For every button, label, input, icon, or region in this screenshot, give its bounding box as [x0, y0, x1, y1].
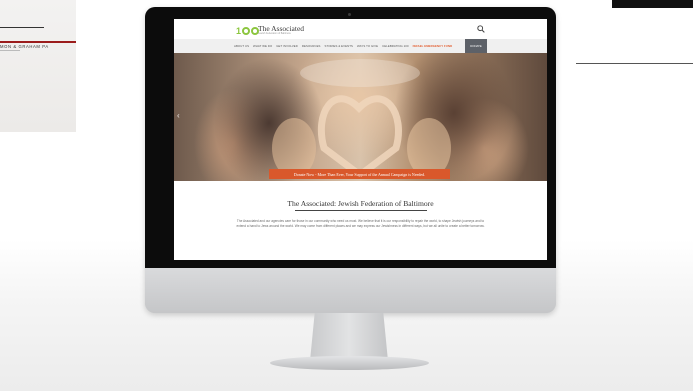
background-dark-block	[612, 0, 693, 8]
title-underline	[295, 210, 427, 211]
monitor-stand	[310, 313, 388, 361]
background-business-card: MON & GRAHAM PA	[0, 0, 76, 132]
logo-ring-icon	[241, 27, 250, 35]
site-logo[interactable]: 1	[236, 25, 259, 37]
nav-item[interactable]: CELEBRATING 100	[382, 44, 408, 48]
card-divider	[0, 27, 44, 28]
background-line	[576, 63, 693, 64]
hero-image: ‹ Donate Now - More Than Ever, Your Supp…	[174, 53, 547, 181]
logo-number: 1	[236, 26, 241, 36]
carousel-prev-arrow[interactable]: ‹	[177, 111, 180, 120]
page-title: The Associated: Jewish Federation of Bal…	[287, 199, 434, 208]
nav-item[interactable]: GET INVOLVED	[276, 44, 298, 48]
donate-button[interactable]: DONATE	[465, 39, 487, 53]
card-brand: MON & GRAHAM PA	[0, 44, 49, 49]
nav-item[interactable]: RESOURCES	[302, 44, 321, 48]
card-brand-text: MON & GRAHAM	[0, 44, 41, 49]
donate-banner[interactable]: Donate Now - More Than Ever, Your Suppor…	[269, 169, 450, 179]
nav-item[interactable]: WAYS TO GIVE	[357, 44, 378, 48]
nav-items: ABOUT US WHAT WE DO GET INVOLVED RESOURCES S…	[234, 39, 452, 53]
website-screen: 1 The Associated Jewish Federation of Ba…	[174, 19, 547, 260]
search-icon[interactable]	[477, 25, 485, 33]
nav-item[interactable]: WHAT WE DO	[253, 44, 272, 48]
heart-hands-illustration	[272, 59, 451, 180]
site-header: 1 The Associated Jewish Federation of Ba…	[174, 19, 547, 39]
card-accent-line	[0, 41, 76, 43]
intro-paragraph: The Associated and our agencies care for…	[236, 219, 485, 228]
nav-item[interactable]: STORIES & EVENTS	[325, 44, 353, 48]
monitor-stand-base	[270, 356, 429, 370]
camera-icon	[348, 13, 351, 16]
card-brand-underline	[0, 50, 20, 51]
card-brand-suffix: PA	[42, 44, 49, 49]
logo-tagline: Jewish Federation of Baltimore	[258, 32, 291, 35]
monitor-chin	[145, 268, 556, 313]
nav-item-emergency-fund[interactable]: ISRAEL EMERGENCY FUND	[413, 44, 453, 48]
nav-item[interactable]: ABOUT US	[234, 44, 249, 48]
main-navigation: ABOUT US WHAT WE DO GET INVOLVED RESOURCES S…	[174, 39, 547, 53]
